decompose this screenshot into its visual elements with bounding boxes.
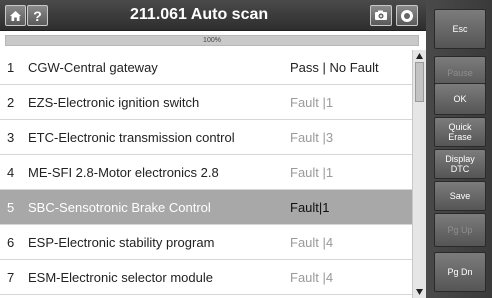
list-item[interactable]: 5 SBC-Sensotronic Brake Control Fault|1 bbox=[0, 190, 412, 225]
status-text: Fault |4 bbox=[290, 269, 334, 285]
status-text: Pass | No Fault bbox=[290, 59, 379, 75]
save-button[interactable]: Save bbox=[434, 181, 486, 211]
module-name: CGW-Central gateway bbox=[28, 59, 158, 75]
module-name: SBC-Sensotronic Brake Control bbox=[28, 199, 211, 215]
module-name: ESP-Electronic stability program bbox=[28, 234, 215, 250]
module-name: EZS-Electronic ignition switch bbox=[28, 94, 200, 110]
progress-label: 100% bbox=[203, 37, 221, 44]
module-name: ME-SFI 2.8-Motor electronics 2.8 bbox=[28, 164, 219, 180]
esc-button[interactable]: Esc bbox=[434, 9, 486, 49]
status-text: Fault |3 bbox=[290, 129, 334, 145]
ok-button[interactable]: OK bbox=[434, 83, 486, 115]
scroll-up-icon[interactable] bbox=[415, 52, 424, 60]
list-item[interactable]: 1 CGW-Central gateway Pass | No Fault bbox=[0, 50, 412, 85]
progress-bar: 100% bbox=[5, 35, 419, 46]
home-icon[interactable] bbox=[5, 5, 26, 26]
row-number: 4 bbox=[7, 164, 15, 180]
scroll-thumb[interactable] bbox=[415, 62, 424, 102]
scrollbar[interactable] bbox=[412, 50, 426, 298]
help-button[interactable]: ? bbox=[27, 5, 48, 26]
row-number: 2 bbox=[7, 94, 15, 110]
camera-icon[interactable] bbox=[370, 5, 392, 26]
quick-erase-label-2: Erase bbox=[448, 132, 472, 142]
title-bar: ? 211.061 Auto scan bbox=[0, 0, 426, 31]
page-title: 211.061 Auto scan bbox=[130, 6, 269, 23]
scroll-down-icon[interactable] bbox=[415, 288, 424, 296]
module-name: ETC-Electronic transmission control bbox=[28, 129, 235, 145]
list-item[interactable]: 7 ESM-Electronic selector module Fault |4 bbox=[0, 260, 412, 295]
row-number: 6 bbox=[7, 234, 15, 250]
row-number: 1 bbox=[7, 59, 15, 75]
list-item[interactable]: 3 ETC-Electronic transmission control Faul… bbox=[0, 120, 412, 155]
row-number: 3 bbox=[7, 129, 15, 145]
list-item[interactable]: 4 ME-SFI 2.8-Motor electronics 2.8 Fault |… bbox=[0, 155, 412, 190]
list-item[interactable]: 6 ESP-Electronic stability program Fault |… bbox=[0, 225, 412, 260]
status-text: Fault |1 bbox=[290, 164, 334, 180]
pg-dn-button[interactable]: Pg Dn bbox=[434, 252, 486, 292]
display-dtc-label-1: Display bbox=[445, 154, 475, 164]
display-dtc-label-2: DTC bbox=[450, 164, 470, 174]
display-dtc-button[interactable]: Display DTC bbox=[434, 149, 486, 179]
status-text: Fault|1 bbox=[290, 199, 330, 215]
row-number: 7 bbox=[7, 269, 15, 285]
scan-screen: ? 211.061 Auto scan 100% 1 CGW-Central ga… bbox=[0, 0, 492, 298]
quick-erase-button[interactable]: Quick Erase bbox=[434, 117, 486, 147]
list-item[interactable]: 2 EZS-Electronic ignition switch Fault |1 bbox=[0, 85, 412, 120]
pg-up-button[interactable]: Pg Up bbox=[434, 213, 486, 247]
status-text: Fault |4 bbox=[290, 234, 334, 250]
record-icon[interactable] bbox=[396, 5, 418, 26]
module-list: 1 CGW-Central gateway Pass | No Fault 2 EZS-… bbox=[0, 50, 412, 298]
status-text: Fault |1 bbox=[290, 94, 334, 110]
quick-erase-label-1: Quick bbox=[448, 122, 472, 132]
module-name: ESM-Electronic selector module bbox=[28, 269, 213, 285]
button-panel: Esc Pause OK Quick Erase Display DTC Sav… bbox=[426, 0, 492, 298]
row-number: 5 bbox=[7, 199, 15, 215]
